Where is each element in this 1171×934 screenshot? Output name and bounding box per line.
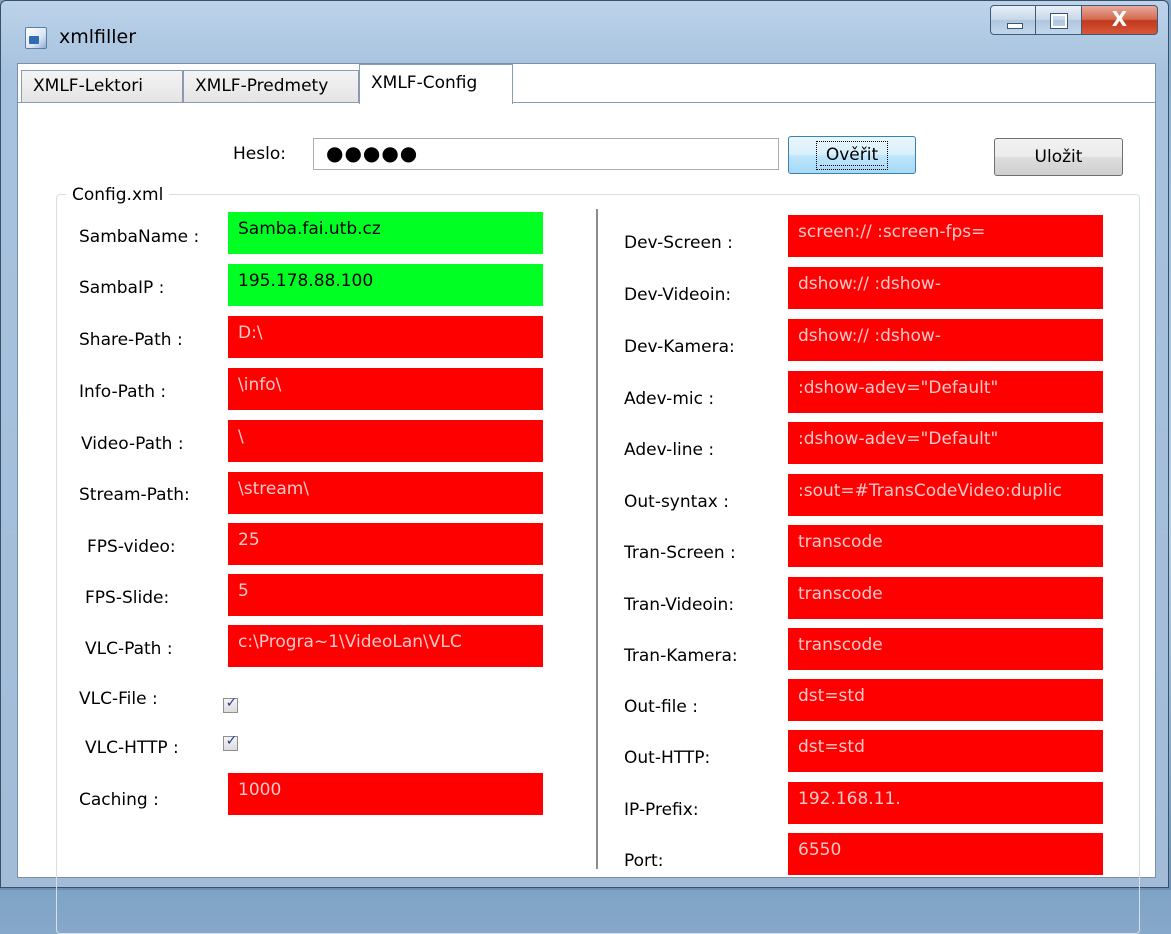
field-label: Tran-Screen : bbox=[624, 543, 736, 563]
sambaname-input[interactable]: Samba.fai.utb.cz bbox=[228, 212, 543, 254]
field-label: FPS-video: bbox=[87, 537, 176, 557]
tab-control: XMLF-Lektori XMLF-Predmety XMLF-Config H… bbox=[17, 63, 1156, 934]
group-title: Config.xml bbox=[66, 185, 170, 205]
app-window: xmlfiller X XMLF-Lektori XMLF-Predmety X… bbox=[0, 0, 1169, 934]
verify-button[interactable]: Ověřit bbox=[788, 136, 916, 174]
field-label: Tran-Videoin: bbox=[624, 595, 735, 615]
field-label: Adev-mic : bbox=[624, 389, 715, 409]
field-label: Share-Path : bbox=[79, 330, 183, 350]
tab-lektori[interactable]: XMLF-Lektori bbox=[21, 70, 183, 102]
minimize-button[interactable] bbox=[990, 5, 1036, 35]
tran-kamera-input[interactable]: transcode bbox=[788, 628, 1103, 670]
field-label: Caching : bbox=[79, 790, 159, 810]
field-label: Adev-line : bbox=[624, 440, 715, 460]
password-label: Heslo: bbox=[233, 144, 286, 164]
out-file-input[interactable]: dst=std bbox=[788, 679, 1103, 721]
window-title: xmlfiller bbox=[59, 26, 137, 48]
field-label: Out-syntax : bbox=[624, 492, 729, 512]
tab-strip: XMLF-Lektori XMLF-Predmety XMLF-Config bbox=[18, 64, 1155, 104]
tab-config[interactable]: XMLF-Config bbox=[359, 64, 513, 104]
field-label: SambaIP : bbox=[79, 278, 165, 298]
checkmark-icon: ✓ bbox=[225, 733, 238, 749]
field-label: VLC-HTTP : bbox=[85, 738, 179, 758]
field-label: Video-Path : bbox=[81, 434, 184, 454]
tab-divider bbox=[18, 102, 1155, 103]
field-label: VLC-File : bbox=[79, 689, 158, 709]
field-label: Stream-Path: bbox=[79, 485, 190, 505]
ip-prefix-input[interactable]: 192.168.11. bbox=[788, 782, 1103, 824]
fps-slide-input[interactable]: 5 bbox=[228, 574, 543, 616]
adev-mic-input[interactable]: :dshow-adev="Default" bbox=[788, 371, 1103, 413]
dev-kamera-input[interactable]: dshow:// :dshow- bbox=[788, 319, 1103, 361]
port-input[interactable]: 6550 bbox=[788, 833, 1103, 875]
field-label: IP-Prefix: bbox=[624, 800, 699, 820]
share-path-input[interactable]: D:\ bbox=[228, 316, 543, 358]
checkmark-icon: ✓ bbox=[225, 695, 238, 711]
fps-video-input[interactable]: 25 bbox=[228, 523, 543, 565]
password-field[interactable]: ●●●●● bbox=[313, 138, 779, 170]
field-label: Tran-Kamera: bbox=[624, 646, 738, 666]
field-label: SambaName : bbox=[79, 227, 200, 247]
verify-button-label: Ověřit bbox=[815, 141, 889, 170]
app-icon bbox=[25, 27, 47, 49]
field-label: VLC-Path : bbox=[85, 639, 173, 659]
field-label: Dev-Kamera: bbox=[624, 337, 735, 357]
tab-predmety[interactable]: XMLF-Predmety bbox=[183, 70, 359, 102]
field-label: Out-HTTP: bbox=[624, 748, 711, 768]
out-http-input[interactable]: dst=std bbox=[788, 730, 1103, 772]
vlc-path-input[interactable]: c:\Progra~1\VideoLan\VLC bbox=[228, 625, 543, 667]
column-divider bbox=[596, 209, 598, 869]
save-button[interactable]: Uložit bbox=[994, 138, 1123, 176]
tran-videoin-input[interactable]: transcode bbox=[788, 577, 1103, 619]
out-syntax-input[interactable]: :sout=#TransCodeVideo:duplic bbox=[788, 474, 1103, 516]
adev-line-input[interactable]: :dshow-adev="Default" bbox=[788, 422, 1103, 464]
close-button[interactable]: X bbox=[1082, 5, 1158, 35]
sambaip-input[interactable]: 195.178.88.100 bbox=[228, 264, 543, 306]
stream-path-input[interactable]: \stream\ bbox=[228, 472, 543, 514]
close-icon: X bbox=[1111, 7, 1128, 31]
field-label: FPS-Slide: bbox=[85, 588, 170, 608]
tran-screen-input[interactable]: transcode bbox=[788, 525, 1103, 567]
vlc-http-checkbox[interactable]: ✓ bbox=[223, 733, 238, 751]
maximize-button[interactable] bbox=[1036, 5, 1082, 35]
dev-videoin-input[interactable]: dshow:// :dshow- bbox=[788, 267, 1103, 309]
field-label: Out-file : bbox=[624, 697, 698, 717]
dev-screen-input[interactable]: screen:// :screen-fps= bbox=[788, 215, 1103, 257]
field-label: Dev-Screen : bbox=[624, 233, 733, 253]
caching-input[interactable]: 1000 bbox=[228, 773, 543, 815]
vlc-file-checkbox[interactable]: ✓ bbox=[223, 695, 238, 713]
video-path-input[interactable]: \ bbox=[228, 420, 543, 462]
info-path-input[interactable]: \info\ bbox=[228, 368, 543, 410]
caption-buttons: X bbox=[990, 5, 1158, 35]
field-label: Port: bbox=[624, 851, 664, 871]
field-label: Dev-Videoin: bbox=[624, 285, 732, 305]
field-label: Info-Path : bbox=[79, 382, 167, 402]
title-bar[interactable]: xmlfiller X bbox=[1, 1, 1168, 63]
